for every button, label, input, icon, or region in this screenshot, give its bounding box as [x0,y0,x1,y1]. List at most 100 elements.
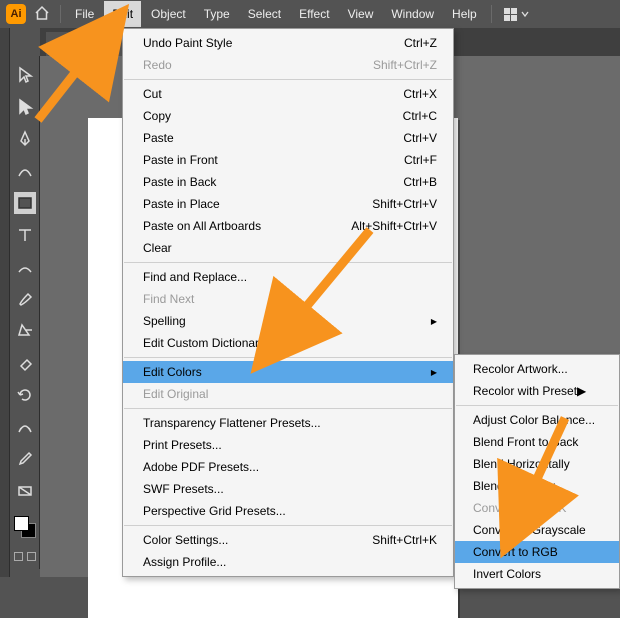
menu-item-label: Find Next [143,292,437,306]
submenu-item[interactable]: Blend Horizontally [455,453,619,475]
tool-line[interactable] [14,256,36,278]
tool-direct-selection[interactable] [14,96,36,118]
menu-item-label: Assign Profile... [143,555,437,569]
submenu-item-label: Blend Front to Back [473,435,578,449]
menu-item[interactable]: Perspective Grid Presets... [123,500,453,522]
submenu-item[interactable]: Convert to RGB [455,541,619,563]
edit-menu-dropdown: Undo Paint StyleCtrl+ZRedoShift+Ctrl+ZCu… [122,28,454,577]
submenu-item-label: Adjust Color Balance... [473,413,595,427]
submenu-item[interactable]: Adjust Color Balance... [455,409,619,431]
menu-item-label: Undo Paint Style [143,36,404,50]
menu-item-shortcut: Ctrl+X [403,87,437,101]
tool-type[interactable] [14,224,36,246]
menu-item: Find Next [123,288,453,310]
submenu-item[interactable]: Recolor Artwork... [455,358,619,380]
menu-divider [124,79,452,80]
menu-item[interactable]: Spelling▶ [123,310,453,332]
menu-item-label: Copy [143,109,403,123]
menu-divider [124,357,452,358]
menu-item[interactable]: Color Settings...Shift+Ctrl+K [123,529,453,551]
submenu-item[interactable]: Blend Front to Back [455,431,619,453]
menu-item-label: Paste in Place [143,197,372,211]
menu-item[interactable]: Edit Colors▶ [123,361,453,383]
tool-eraser[interactable] [14,352,36,374]
workspace-switcher[interactable] [504,8,529,21]
menu-item-shortcut: Shift+Ctrl+Z [373,58,437,72]
submenu-item[interactable]: Blend Vertically [455,475,619,497]
submenu-item[interactable]: Recolor with Preset▶ [455,380,619,402]
submenu-arrow-icon: ▶ [577,384,586,398]
menu-item-shortcut: Shift+Ctrl+K [372,533,437,547]
menu-type[interactable]: Type [196,1,238,27]
menu-item[interactable]: Paste in BackCtrl+B [123,171,453,193]
submenu-item-label: Recolor Artwork... [473,362,568,376]
menu-item-label: Edit Custom Dictionary... [143,336,437,350]
home-icon[interactable] [34,5,50,24]
menu-item-shortcut: Ctrl+Z [404,36,437,50]
menu-item[interactable]: Find and Replace... [123,266,453,288]
menu-item[interactable]: PasteCtrl+V [123,127,453,149]
menu-item[interactable]: Assign Profile... [123,551,453,573]
menu-item[interactable]: Paste in FrontCtrl+F [123,149,453,171]
document-tab[interactable]: Untitled [46,32,131,56]
menu-item-shortcut: Alt+Shift+Ctrl+V [351,219,437,233]
menu-item-label: Cut [143,87,403,101]
menu-item-label: Edit Colors [143,365,431,379]
menu-item-label: Paste in Back [143,175,403,189]
submenu-item-label: Convert to CMYK [473,501,566,515]
submenu-item[interactable]: Convert to Grayscale [455,519,619,541]
color-mode-icons[interactable] [14,552,36,561]
menu-item[interactable]: Undo Paint StyleCtrl+Z [123,32,453,54]
separator [491,5,492,23]
menu-object[interactable]: Object [143,1,194,27]
menu-item[interactable]: Transparency Flattener Presets... [123,412,453,434]
menu-item-label: Redo [143,58,373,72]
menu-item[interactable]: Paste on All ArtboardsAlt+Shift+Ctrl+V [123,215,453,237]
menu-view[interactable]: View [340,1,382,27]
app-logo: Ai [6,4,26,24]
panel-gutter [0,28,10,577]
menu-item-shortcut: Ctrl+V [403,131,437,145]
menu-item-shortcut: Ctrl+C [403,109,437,123]
submenu-item[interactable]: Invert Colors [455,563,619,585]
tool-pen[interactable] [14,128,36,150]
menu-item-label: Paste on All Artboards [143,219,351,233]
fill-stroke-swatches[interactable] [14,516,36,538]
menu-divider [124,262,452,263]
tool-shaper[interactable] [14,320,36,342]
menu-item-label: Find and Replace... [143,270,437,284]
menu-item-shortcut: Shift+Ctrl+V [372,197,437,211]
menu-item-label: Paste in Front [143,153,404,167]
menu-item[interactable]: Clear [123,237,453,259]
menu-window[interactable]: Window [383,1,442,27]
menu-item[interactable]: SWF Presets... [123,478,453,500]
tool-gradient[interactable] [14,480,36,502]
menu-item[interactable]: CutCtrl+X [123,83,453,105]
menu-help[interactable]: Help [444,1,485,27]
menu-item[interactable]: Edit Custom Dictionary... [123,332,453,354]
menu-item[interactable]: Print Presets... [123,434,453,456]
tool-width[interactable] [14,416,36,438]
tool-selection[interactable] [14,64,36,86]
menu-item[interactable]: CopyCtrl+C [123,105,453,127]
menu-effect[interactable]: Effect [291,1,337,27]
menu-divider [124,525,452,526]
menu-edit[interactable]: Edit [104,1,141,27]
menu-file[interactable]: File [67,1,102,27]
menu-item-label: Spelling [143,314,431,328]
menu-item[interactable]: Adobe PDF Presets... [123,456,453,478]
submenu-item-label: Invert Colors [473,567,541,581]
menu-divider [124,408,452,409]
tool-rotate[interactable] [14,384,36,406]
tool-curvature[interactable] [14,160,36,182]
menu-item-shortcut: Ctrl+F [404,153,437,167]
menu-item-label: Clear [143,241,437,255]
menu-select[interactable]: Select [240,1,289,27]
menu-item-label: Paste [143,131,403,145]
tool-brush[interactable] [14,288,36,310]
tool-rectangle[interactable] [14,192,36,214]
submenu-item-label: Blend Vertically [473,479,555,493]
menu-item: RedoShift+Ctrl+Z [123,54,453,76]
tool-eyedropper[interactable] [14,448,36,470]
menu-item[interactable]: Paste in PlaceShift+Ctrl+V [123,193,453,215]
